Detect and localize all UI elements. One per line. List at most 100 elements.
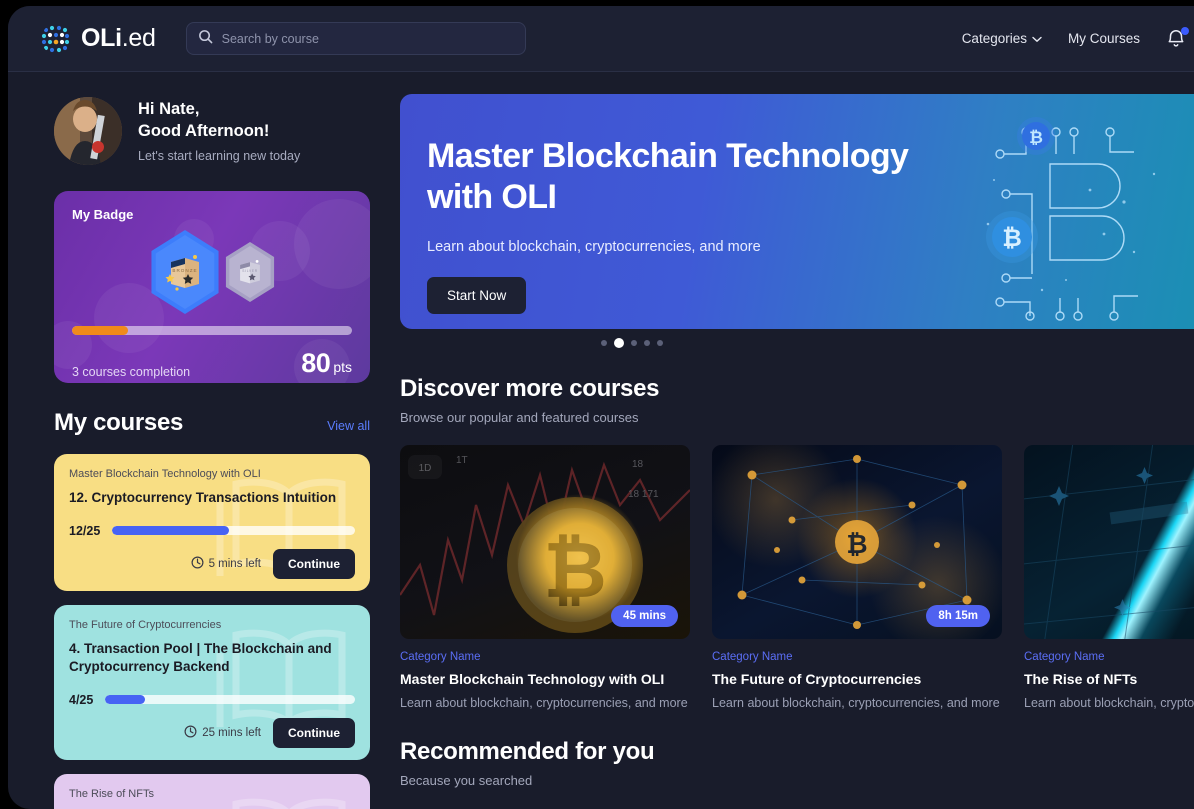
nav-categories[interactable]: Categories [962, 31, 1042, 46]
app-window: OLi.ed Categories My Courses [8, 6, 1194, 809]
svg-text:18: 18 [632, 459, 644, 470]
nav-my-courses[interactable]: My Courses [1068, 31, 1140, 46]
svg-text:BRONZE: BRONZE [172, 268, 197, 273]
my-course-progress-fill [112, 526, 229, 536]
course-thumbnail[interactable]: ₿ 8h 15m [712, 445, 1002, 639]
carousel-dot[interactable] [631, 340, 637, 346]
svg-text:18 171: 18 171 [628, 489, 659, 500]
greeting-line2: Good Afternoon! [138, 121, 270, 140]
start-now-button[interactable]: Start Now [427, 276, 527, 314]
continue-button[interactable]: Continue [273, 548, 355, 579]
my-course-title: 4. Transaction Pool | The Blockchain and… [69, 640, 332, 674]
greeting-block: Hi Nate, Good Afternoon! Let's start lea… [54, 97, 370, 165]
recommended-subheading: Because you searched [400, 773, 533, 788]
my-course-card[interactable]: The Future of Cryptocurrencies 4. Transac… [54, 604, 370, 760]
bitcoin-coin-large: ₿ [986, 211, 1038, 263]
discover-course-grid: 1D 1T 18 18 171 ₿ 45 mins Category Name Master … [400, 445, 1194, 710]
svg-text:1T: 1T [456, 455, 468, 466]
carousel-dot[interactable] [657, 340, 663, 346]
badge-points: 80 pts [301, 348, 352, 379]
left-sidebar-column: Hi Nate, Good Afternoon! Let's start lea… [8, 72, 400, 809]
svg-text:₿: ₿ [846, 529, 867, 559]
course-duration-badge: 8h 15m [926, 605, 990, 627]
my-course-footer: 5 mins left Continue [69, 548, 355, 579]
discover-heading: Discover more courses [400, 375, 660, 402]
clock-icon [184, 725, 197, 741]
bitcoin-coin-small: ₿ [1017, 117, 1055, 155]
course-description: Learn about blockchain, cryptocurrencies… [712, 696, 1000, 710]
course-duration-badge: 45 mins [611, 605, 678, 627]
blockchain-circuit-bitcoin-art-icon: ₿ ₿ [964, 94, 1194, 329]
course-title: The Future of Cryptocurrencies [712, 671, 922, 687]
my-course-progress-fill [105, 695, 146, 705]
my-badge-card[interactable]: My Badge BRONZE SILVER 3 courses complet… [54, 191, 370, 383]
notification-dot [1181, 26, 1189, 35]
discover-course-card[interactable]: 1D 1T 18 18 171 ₿ 45 mins Category Name Master … [400, 445, 690, 710]
my-course-footer: 25 mins left Continue [69, 717, 355, 748]
course-title: Master Blockchain Technology with OLI [400, 671, 665, 687]
course-category[interactable]: Category Name [400, 651, 690, 663]
my-course-category: Master Blockchain Technology with OLI [69, 468, 261, 480]
course-thumbnail[interactable]: 1D 1T 18 18 171 ₿ 45 mins [400, 445, 690, 639]
my-course-time-text: 5 mins left [208, 557, 261, 570]
discover-course-card[interactable]: Category Name The Rise of NFTs Learn about… [1024, 445, 1194, 710]
book-watermark-icon [214, 619, 364, 734]
view-all-link[interactable]: View all [327, 419, 370, 433]
carousel-dot[interactable] [614, 338, 624, 348]
badge-points-unit: pts [333, 359, 352, 375]
badge-footer: 3 courses completion 80 pts [72, 348, 352, 379]
course-category[interactable]: Category Name [1024, 651, 1194, 663]
my-course-time-left: 5 mins left [191, 556, 261, 572]
main-content-column: ₿ ₿ Master Blockchain Technology with OL… [400, 72, 1194, 809]
bell-icon [1166, 29, 1186, 53]
top-navigation-bar: OLi.ed Categories My Courses [8, 6, 1194, 72]
search-input[interactable] [221, 31, 514, 46]
my-course-time-text: 25 mins left [202, 726, 261, 739]
course-category[interactable]: Category Name [712, 651, 1002, 663]
carousel-dot[interactable] [601, 340, 607, 346]
brand-name: OLi.ed [81, 24, 156, 52]
continue-button[interactable]: Continue [273, 717, 355, 748]
course-description: Learn about blockchain, crypto [1024, 696, 1194, 710]
recommended-heading: Recommended for you [400, 738, 655, 765]
my-course-category: The Rise of NFTs [69, 787, 154, 800]
my-course-progress-label: 12/25 [69, 523, 101, 538]
carousel-dot[interactable] [644, 340, 650, 346]
search-icon [198, 29, 213, 49]
nav-my-courses-label: My Courses [1067, 31, 1140, 46]
hero-title: Master Blockchain Technology with OLI [427, 137, 909, 217]
my-badge-title: My Badge [72, 207, 134, 222]
my-course-time-left: 25 mins left [184, 725, 261, 741]
my-course-progress-label: 4/25 [69, 692, 94, 707]
my-course-title: 12. Cryptocurrency Transactions Intuitio… [69, 490, 337, 505]
my-course-card[interactable]: Master Blockchain Technology with OLI 12.… [54, 454, 370, 591]
discover-course-card[interactable]: ₿ 8h 15m Category Name The Future of Crypto… [712, 445, 1002, 710]
notifications-button[interactable] [1166, 26, 1189, 53]
course-thumbnail[interactable] [1024, 445, 1194, 639]
hero-banner[interactable]: ₿ ₿ Master Blockchain Technology with OL… [400, 94, 1194, 329]
my-course-progress-row: 4/25 [69, 693, 355, 707]
my-course-category: The Future of Cryptocurrencies [69, 618, 222, 631]
my-courses-list: Master Blockchain Technology with OLI 12.… [54, 454, 370, 809]
carousel-dots[interactable] [400, 329, 864, 357]
discover-section: Discover more courses Browse our popular… [400, 375, 1194, 710]
greeting-subtitle: Let's start learning new today [138, 148, 301, 163]
discover-subheading: Browse our popular and featured courses [400, 410, 639, 425]
my-course-card[interactable]: The Rise of NFTs1. Introduction and Gett… [54, 773, 370, 809]
clock-icon [191, 556, 204, 572]
course-description: Learn about blockchain, cryptocurrencies… [400, 696, 688, 710]
brand-logo[interactable]: OLi.ed [40, 23, 156, 55]
badge-progress-fill [72, 326, 128, 335]
silver-badge: SILVER [222, 242, 278, 302]
nav-right-group: Categories My Courses [962, 26, 1194, 53]
course-title: The Rise of NFTs [1024, 671, 1138, 687]
svg-text:₿: ₿ [1029, 128, 1043, 147]
page-body: Hi Nate, Good Afternoon! Let's start lea… [8, 72, 1194, 809]
my-courses-heading: My courses [54, 409, 184, 436]
user-avatar[interactable] [54, 97, 122, 165]
search-bar[interactable] [185, 22, 526, 55]
my-course-progress-row: 12/25 [69, 524, 355, 538]
dot-grid-circle-logo-icon [40, 23, 72, 55]
chevron-down-icon [1032, 31, 1042, 46]
greeting-text: Hi Nate, Good Afternoon! Let's start lea… [138, 99, 300, 162]
